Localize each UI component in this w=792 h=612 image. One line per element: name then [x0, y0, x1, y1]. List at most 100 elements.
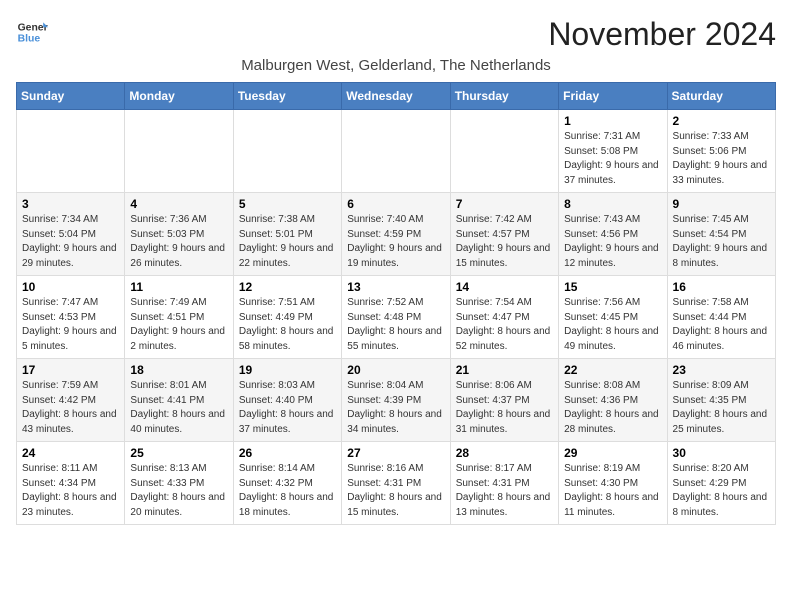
day-info: Sunrise: 8:19 AMSunset: 4:30 PMDaylight:…	[564, 462, 661, 520]
day-number: 23	[673, 363, 770, 377]
day-info: Sunrise: 8:13 AMSunset: 4:33 PMDaylight:…	[130, 462, 227, 520]
day-info: Sunrise: 7:38 AMSunset: 5:01 PMDaylight:…	[239, 213, 336, 271]
page-header: General Blue November 2024	[16, 16, 776, 53]
day-info: Sunrise: 8:09 AMSunset: 4:35 PMDaylight:…	[673, 379, 770, 437]
day-number: 5	[239, 197, 336, 211]
calendar-cell: 8Sunrise: 7:43 AMSunset: 4:56 PMDaylight…	[559, 193, 667, 276]
day-number: 30	[673, 446, 770, 460]
calendar-cell: 11 Sunrise: 7:49 AMSunset: 4:51 PMDayligh…	[125, 276, 233, 359]
calendar-cell: 4Sunrise: 7:36 AMSunset: 5:03 PMDaylight…	[125, 193, 233, 276]
day-number: 6	[347, 197, 444, 211]
day-info: Sunrise: 8:06 AMSunset: 4:37 PMDaylight:…	[456, 379, 553, 437]
logo: General Blue	[16, 16, 48, 48]
day-number: 8	[564, 197, 661, 211]
day-number: 21	[456, 363, 553, 377]
day-number: 1	[564, 114, 661, 128]
calendar-cell: 7 Sunrise: 7:42 AMSunset: 4:57 PMDaylight…	[450, 193, 558, 276]
calendar-cell: 24Sunrise: 8:11 AMSunset: 4:34 PMDayligh…	[17, 442, 125, 525]
day-info: Sunrise: 7:49 AMSunset: 4:51 PMDaylight:…	[130, 296, 227, 354]
day-info: Sunrise: 8:04 AMSunset: 4:39 PMDaylight:…	[347, 379, 444, 437]
calendar-cell: 25 Sunrise: 8:13 AMSunset: 4:33 PMDayligh…	[125, 442, 233, 525]
calendar-cell: 29 Sunrise: 8:19 AMSunset: 4:30 PMDayligh…	[559, 442, 667, 525]
day-number: 9	[673, 197, 770, 211]
calendar-cell: 10 Sunrise: 7:47 AMSunset: 4:53 PMDayligh…	[17, 276, 125, 359]
calendar-cell: 14 Sunrise: 7:54 AMSunset: 4:47 PMDayligh…	[450, 276, 558, 359]
calendar-cell: 9 Sunrise: 7:45 AMSunset: 4:54 PMDaylight…	[667, 193, 775, 276]
location-subtitle: Malburgen West, Gelderland, The Netherla…	[16, 57, 776, 74]
day-info: Sunrise: 7:33 AMSunset: 5:06 PMDaylight:…	[673, 130, 770, 188]
calendar-cell	[17, 110, 125, 193]
day-info: Sunrise: 7:34 AMSunset: 5:04 PMDaylight:…	[22, 213, 119, 271]
day-number: 18	[130, 363, 227, 377]
calendar-table: SundayMondayTuesdayWednesdayThursdayFrid…	[16, 82, 776, 525]
day-number: 15	[564, 280, 661, 294]
calendar-cell: 5 Sunrise: 7:38 AMSunset: 5:01 PMDaylight…	[233, 193, 341, 276]
calendar-cell: 20 Sunrise: 8:04 AMSunset: 4:39 PMDayligh…	[342, 359, 450, 442]
calendar-cell: 18 Sunrise: 8:01 AMSunset: 4:41 PMDayligh…	[125, 359, 233, 442]
day-info: Sunrise: 8:20 AMSunset: 4:29 PMDaylight:…	[673, 462, 770, 520]
calendar-cell: 19 Sunrise: 8:03 AMSunset: 4:40 PMDayligh…	[233, 359, 341, 442]
day-info: Sunrise: 8:16 AMSunset: 4:31 PMDaylight:…	[347, 462, 444, 520]
day-info: Sunrise: 7:59 AMSunset: 4:42 PMDaylight:…	[22, 379, 119, 437]
day-number: 26	[239, 446, 336, 460]
calendar-cell: 6 Sunrise: 7:40 AMSunset: 4:59 PMDaylight…	[342, 193, 450, 276]
weekday-header-thursday: Thursday	[450, 83, 558, 110]
day-number: 24	[22, 446, 119, 460]
day-number: 16	[673, 280, 770, 294]
calendar-cell: 27 Sunrise: 8:16 AMSunset: 4:31 PMDayligh…	[342, 442, 450, 525]
day-info: Sunrise: 7:40 AMSunset: 4:59 PMDaylight:…	[347, 213, 444, 271]
month-title: November 2024	[548, 16, 776, 53]
svg-text:Blue: Blue	[18, 34, 41, 45]
day-number: 10	[22, 280, 119, 294]
day-info: Sunrise: 8:17 AMSunset: 4:31 PMDaylight:…	[456, 462, 553, 520]
day-info: Sunrise: 7:54 AMSunset: 4:47 PMDaylight:…	[456, 296, 553, 354]
day-info: Sunrise: 7:31 AMSunset: 5:08 PMDaylight:…	[564, 130, 661, 188]
day-number: 3	[22, 197, 119, 211]
weekday-header-saturday: Saturday	[667, 83, 775, 110]
day-number: 28	[456, 446, 553, 460]
day-info: Sunrise: 7:52 AMSunset: 4:48 PMDaylight:…	[347, 296, 444, 354]
calendar-cell: 16 Sunrise: 7:58 AMSunset: 4:44 PMDayligh…	[667, 276, 775, 359]
calendar-cell	[450, 110, 558, 193]
day-number: 22	[564, 363, 661, 377]
day-number: 14	[456, 280, 553, 294]
day-info: Sunrise: 8:01 AMSunset: 4:41 PMDaylight:…	[130, 379, 227, 437]
day-number: 27	[347, 446, 444, 460]
logo-icon: General Blue	[16, 16, 48, 48]
day-info: Sunrise: 7:56 AMSunset: 4:45 PMDaylight:…	[564, 296, 661, 354]
calendar-cell: 17Sunrise: 7:59 AMSunset: 4:42 PMDayligh…	[17, 359, 125, 442]
weekday-header-friday: Friday	[559, 83, 667, 110]
day-number: 11	[130, 280, 227, 294]
day-info: Sunrise: 8:03 AMSunset: 4:40 PMDaylight:…	[239, 379, 336, 437]
calendar-cell: 15 Sunrise: 7:56 AMSunset: 4:45 PMDayligh…	[559, 276, 667, 359]
day-number: 29	[564, 446, 661, 460]
day-number: 19	[239, 363, 336, 377]
calendar-cell: 23 Sunrise: 8:09 AMSunset: 4:35 PMDayligh…	[667, 359, 775, 442]
calendar-cell	[233, 110, 341, 193]
calendar-cell: 12Sunrise: 7:51 AMSunset: 4:49 PMDayligh…	[233, 276, 341, 359]
weekday-header-monday: Monday	[125, 83, 233, 110]
calendar-cell: 28 Sunrise: 8:17 AMSunset: 4:31 PMDayligh…	[450, 442, 558, 525]
day-info: Sunrise: 7:36 AMSunset: 5:03 PMDaylight:…	[130, 213, 227, 271]
calendar-cell: 2 Sunrise: 7:33 AMSunset: 5:06 PMDaylight…	[667, 110, 775, 193]
calendar-cell: 21 Sunrise: 8:06 AMSunset: 4:37 PMDayligh…	[450, 359, 558, 442]
calendar-cell: 3 Sunrise: 7:34 AMSunset: 5:04 PMDaylight…	[17, 193, 125, 276]
day-info: Sunrise: 8:14 AMSunset: 4:32 PMDaylight:…	[239, 462, 336, 520]
calendar-cell: 1 Sunrise: 7:31 AMSunset: 5:08 PMDaylight…	[559, 110, 667, 193]
calendar-cell: 30 Sunrise: 8:20 AMSunset: 4:29 PMDayligh…	[667, 442, 775, 525]
day-number: 20	[347, 363, 444, 377]
day-number: 2	[673, 114, 770, 128]
calendar-cell	[125, 110, 233, 193]
weekday-header-wednesday: Wednesday	[342, 83, 450, 110]
day-info: Sunrise: 8:08 AMSunset: 4:36 PMDaylight:…	[564, 379, 661, 437]
day-number: 7	[456, 197, 553, 211]
title-area: November 2024	[548, 16, 776, 53]
calendar-cell: 26 Sunrise: 8:14 AMSunset: 4:32 PMDayligh…	[233, 442, 341, 525]
day-number: 25	[130, 446, 227, 460]
day-info: Sunrise: 7:47 AMSunset: 4:53 PMDaylight:…	[22, 296, 119, 354]
calendar-cell	[342, 110, 450, 193]
day-info: Sunrise: 7:51 AMSunset: 4:49 PMDaylight:…	[239, 296, 336, 354]
day-info: Sunrise: 7:45 AMSunset: 4:54 PMDaylight:…	[673, 213, 770, 271]
day-info: Sunrise: 7:58 AMSunset: 4:44 PMDaylight:…	[673, 296, 770, 354]
day-info: Sunrise: 7:42 AMSunset: 4:57 PMDaylight:…	[456, 213, 553, 271]
